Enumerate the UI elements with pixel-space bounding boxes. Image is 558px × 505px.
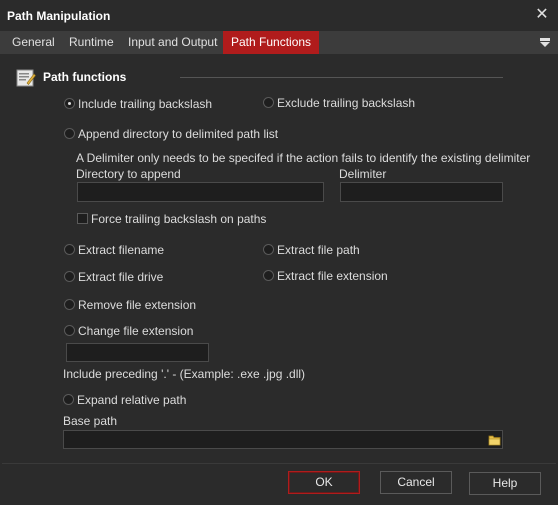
change-extension-input[interactable] xyxy=(66,343,209,362)
tab-general[interactable]: General xyxy=(4,31,63,54)
tab-menu-icon[interactable] xyxy=(538,34,552,50)
section-title: Path functions xyxy=(43,70,127,84)
extract-file-drive-radio[interactable] xyxy=(64,271,75,282)
delimiter-note: A Delimiter only needs to be specifed if… xyxy=(76,151,531,165)
cancel-button[interactable]: Cancel xyxy=(380,471,452,494)
include-trailing-label: Include trailing backslash xyxy=(78,97,213,111)
title-bar: Path Manipulation ✕ xyxy=(0,0,558,31)
force-trailing-label: Force trailing backslash on paths xyxy=(91,212,267,226)
include-trailing-radio[interactable] xyxy=(64,98,75,109)
base-path-label: Base path xyxy=(63,414,118,428)
directory-to-append-label: Directory to append xyxy=(76,167,181,181)
tab-strip: General Runtime Input and Output Path Fu… xyxy=(0,31,558,54)
tab-input-and-output[interactable]: Input and Output xyxy=(120,31,225,54)
window-title: Path Manipulation xyxy=(7,9,111,23)
extract-file-path-radio[interactable] xyxy=(263,244,274,255)
exclude-trailing-label: Exclude trailing backslash xyxy=(277,96,416,110)
extract-file-extension-label: Extract file extension xyxy=(277,269,388,283)
expand-relative-path-label: Expand relative path xyxy=(77,393,187,407)
change-file-extension-radio[interactable] xyxy=(64,325,75,336)
base-path-input[interactable] xyxy=(63,430,503,449)
browse-folder-icon[interactable] xyxy=(488,433,502,447)
remove-file-extension-radio[interactable] xyxy=(64,299,75,310)
force-trailing-checkbox[interactable] xyxy=(77,213,88,224)
tab-path-functions[interactable]: Path Functions xyxy=(223,31,320,54)
delimiter-label: Delimiter xyxy=(339,167,387,181)
include-preceding-note: Include preceding '.' - (Example: .exe .… xyxy=(63,367,306,381)
extract-file-path-label: Extract file path xyxy=(277,243,360,257)
change-file-extension-label: Change file extension xyxy=(78,324,194,338)
extract-filename-label: Extract filename xyxy=(78,243,165,257)
delimiter-input[interactable] xyxy=(340,182,503,202)
tab-runtime[interactable]: Runtime xyxy=(61,31,122,54)
directory-to-append-input[interactable] xyxy=(77,182,324,202)
path-functions-icon xyxy=(16,68,36,88)
append-directory-label: Append directory to delimited path list xyxy=(78,127,279,141)
extract-file-drive-label: Extract file drive xyxy=(78,270,164,284)
help-button[interactable]: Help xyxy=(469,472,541,495)
extract-filename-radio[interactable] xyxy=(64,244,75,255)
section-divider xyxy=(180,77,503,78)
expand-relative-path-radio[interactable] xyxy=(63,394,74,405)
extract-file-extension-radio[interactable] xyxy=(263,270,274,281)
exclude-trailing-radio[interactable] xyxy=(263,97,274,108)
remove-file-extension-label: Remove file extension xyxy=(78,298,197,312)
ok-button[interactable]: OK xyxy=(288,471,360,494)
close-icon[interactable]: ✕ xyxy=(534,6,550,24)
append-directory-radio[interactable] xyxy=(64,128,75,139)
